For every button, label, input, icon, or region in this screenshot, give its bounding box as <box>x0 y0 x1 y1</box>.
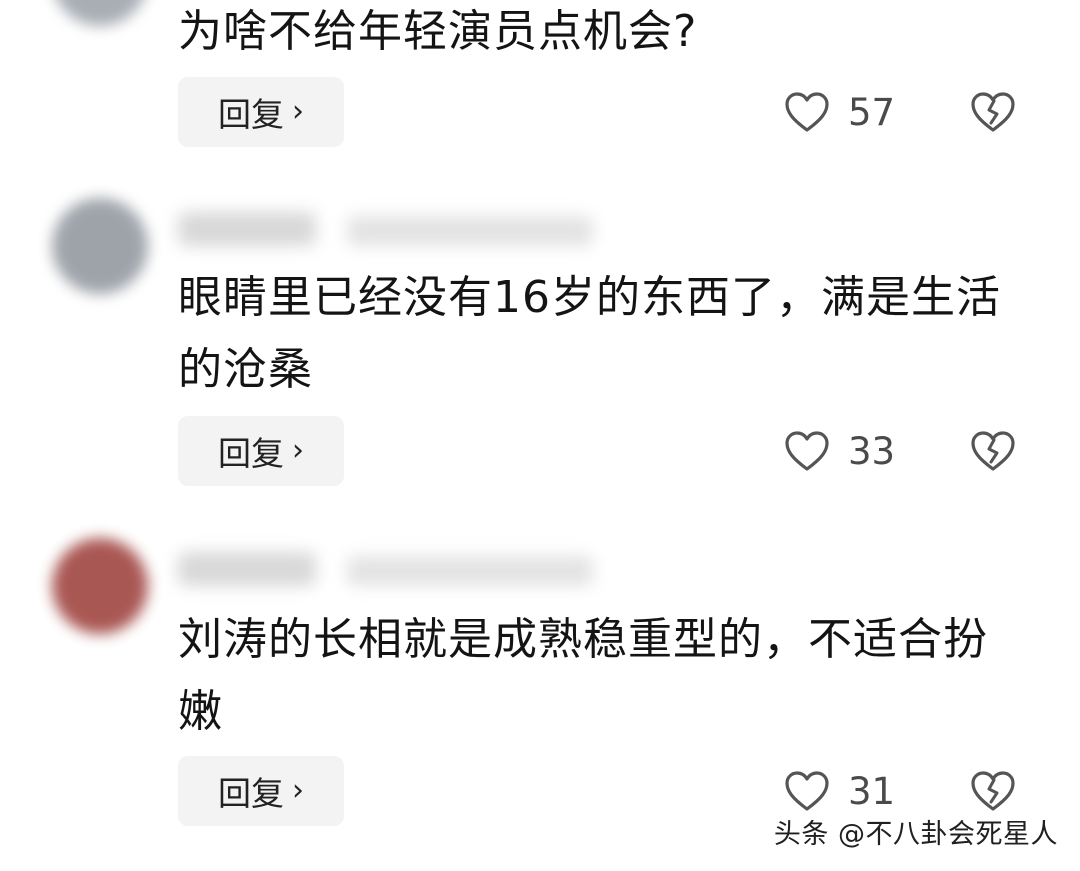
chevron-right-icon: › <box>292 432 304 468</box>
heart-outline-icon <box>785 431 829 471</box>
username[interactable] <box>178 212 316 246</box>
heart-outline-icon <box>785 771 829 811</box>
timestamp <box>347 556 594 586</box>
watermark: 头条 @不八卦会死星人 <box>773 819 1058 850</box>
chevron-right-icon: › <box>292 772 304 808</box>
chevron-right-icon: › <box>292 93 304 129</box>
dislike-button[interactable] <box>970 77 1016 147</box>
avatar[interactable] <box>52 0 148 26</box>
comment-text: 眼睛里已经没有16岁的东西了，满是生活的沧桑 <box>178 272 1001 395</box>
avatar[interactable] <box>52 198 148 294</box>
reply-label: 回复 <box>218 434 284 473</box>
dislike-button[interactable] <box>970 416 1016 486</box>
comment-meta <box>178 212 594 248</box>
broken-heart-icon <box>971 771 1015 811</box>
timestamp <box>347 216 594 246</box>
reply-label: 回复 <box>218 95 284 134</box>
broken-heart-icon <box>971 431 1015 471</box>
reply-button[interactable]: 回复 › <box>178 416 344 486</box>
heart-outline-icon <box>785 92 829 132</box>
like-button[interactable]: 57 <box>784 77 895 147</box>
like-button[interactable]: 33 <box>784 416 895 486</box>
broken-heart-icon <box>971 92 1015 132</box>
reply-button[interactable]: 回复 › <box>178 77 344 147</box>
reply-label: 回复 <box>218 774 284 813</box>
comment-text: 为啥不给年轻演员点机会? <box>178 6 698 57</box>
like-count: 31 <box>848 769 896 813</box>
reply-button[interactable]: 回复 › <box>178 756 344 826</box>
like-count: 57 <box>848 90 896 134</box>
username[interactable] <box>178 552 316 586</box>
comment-meta <box>178 552 594 588</box>
like-count: 33 <box>848 429 896 473</box>
comment-text: 刘涛的长相就是成熟稳重型的，不适合扮嫩 <box>178 614 988 737</box>
avatar[interactable] <box>52 538 148 634</box>
